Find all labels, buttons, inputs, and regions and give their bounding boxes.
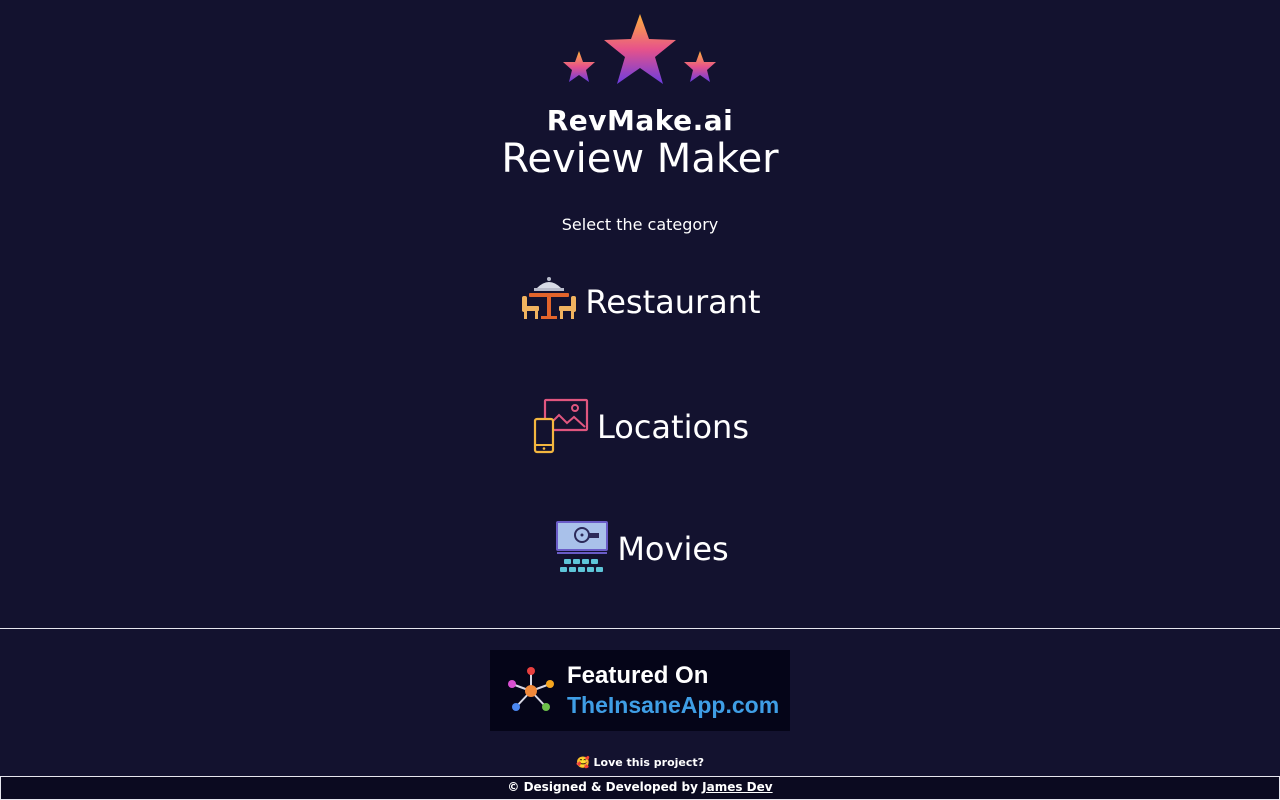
category-locations[interactable]: Locations [0,395,1280,459]
love-text: Love this project? [593,756,705,769]
location-photo-icon [533,398,589,454]
category-label: Movies [617,530,729,568]
credit-text: © Designed & Developed by [507,780,698,794]
page-title: Review Maker [501,136,779,182]
featured-badge[interactable]: Featured On TheInsaneApp.com [490,650,790,731]
restaurant-table-icon [522,277,577,319]
badge-site: TheInsaneApp.com [567,692,780,718]
author-link[interactable]: James Dev [702,780,772,794]
category-movies[interactable]: Movies [0,517,1280,581]
category-label: Restaurant [585,283,761,321]
love-message: 🥰 Love this project? [0,756,1280,769]
logo: RevMake.ai [0,10,1280,137]
page: RevMake.ai Review Maker Select the categ… [0,0,1280,800]
logo-text: RevMake.ai [546,104,734,137]
category-restaurant[interactable]: Restaurant [0,270,1280,334]
three-stars-icon [563,14,716,84]
cinema-screen-icon [556,521,609,572]
love-emoji: 🥰 [575,756,590,769]
footer-credit: © Designed & Developed by James Dev [0,776,1280,800]
network-nodes-icon [508,667,554,711]
footer-divider [0,628,1280,629]
badge-heading: Featured On [567,662,709,689]
category-prompt: Select the category [561,215,719,234]
category-label: Locations [596,408,749,446]
